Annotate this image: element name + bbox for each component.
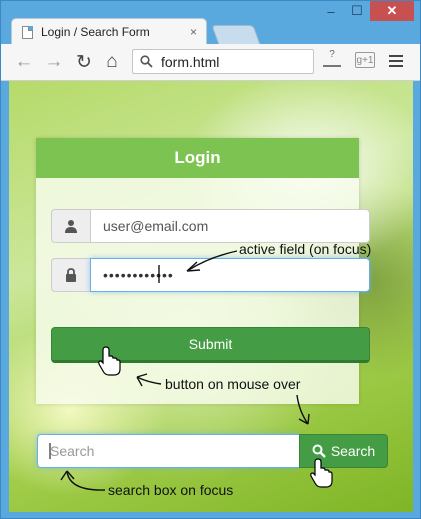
menu-icon[interactable] <box>389 55 403 70</box>
forward-icon[interactable]: → <box>43 51 65 73</box>
arrow-to-search-button <box>296 394 309 425</box>
back-icon[interactable]: ← <box>13 51 35 73</box>
extension-icon[interactable]: ? <box>323 49 341 67</box>
minimize-button[interactable]: – <box>318 1 344 21</box>
page-content: Login Submit Search act <box>9 81 413 512</box>
browser-toolbar: ← → ↻ ⌂ form.html ? g+1 <box>1 44 420 81</box>
search-icon <box>140 55 153 68</box>
browser-tab[interactable]: Login / Search Form × <box>11 18 207 45</box>
close-window-button[interactable]: ✕ <box>370 1 414 21</box>
hand-cursor-icon <box>98 346 121 376</box>
browser-window: – ☐ ✕ Login / Search Form × ← → ↻ ⌂ form… <box>0 0 421 519</box>
arrow-to-search-input <box>66 470 106 491</box>
arrowhead-search-button <box>298 413 310 425</box>
hand-cursor-search-icon <box>310 458 333 488</box>
new-tab-button[interactable] <box>211 25 261 45</box>
address-text: form.html <box>161 53 220 70</box>
tab-title: Login / Search Form <box>41 25 150 39</box>
google-plus-icon[interactable]: g+1 <box>355 52 375 68</box>
reload-icon[interactable]: ↻ <box>73 51 95 74</box>
address-bar[interactable]: form.html <box>132 49 314 74</box>
arrow-to-password <box>186 250 238 272</box>
page-icon <box>22 25 33 39</box>
annotation-overlay <box>49 250 333 491</box>
window-controls: – ☐ ✕ <box>318 1 414 21</box>
title-bar: – ☐ ✕ Login / Search Form × <box>1 1 420 45</box>
tab-close-icon[interactable]: × <box>190 25 197 39</box>
restore-button[interactable]: ☐ <box>344 1 370 21</box>
home-icon[interactable]: ⌂ <box>101 51 123 73</box>
